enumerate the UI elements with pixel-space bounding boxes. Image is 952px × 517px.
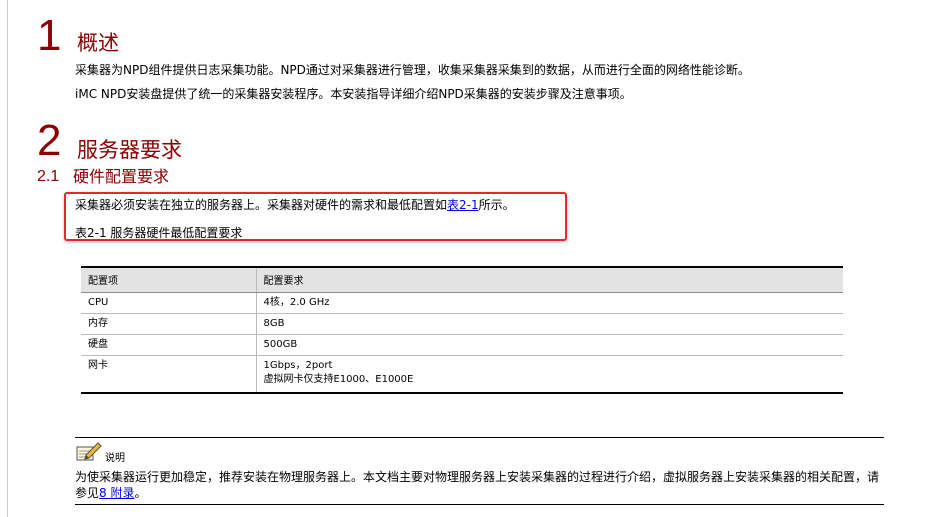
appendix-link[interactable]: 8 附录 (99, 486, 134, 500)
table-cell-item: 硬盘 (81, 334, 257, 356)
note-label: 说明 (105, 453, 125, 464)
table-cell-item: 内存 (81, 313, 257, 335)
section-1-paragraph-1: 采集器为NPD组件提供日志采集功能。NPD通过对采集器进行管理，收集采集器采集到… (75, 63, 750, 77)
note-text-before: 为使采集器运行更加稳定，推荐安装在物理服务器上。本文档主要对物理服务器上安装采集… (75, 470, 880, 500)
note-text-after: 。 (134, 486, 147, 500)
requirement-line-1: 1Gbps，2port (263, 359, 333, 371)
table-cell-requirement: 1Gbps，2port 虚拟网卡仅支持E1000、E1000E (256, 355, 843, 394)
table-row: CPU 4核，2.0 GHz (81, 292, 843, 314)
section-1-number: 1 (37, 11, 62, 60)
table-cell-item: 网卡 (81, 355, 257, 394)
table-2-1-link[interactable]: 表2-1 (447, 198, 479, 212)
note-bottom-rule (75, 504, 884, 505)
section-2-1-number: 2.1 (37, 168, 60, 185)
table-header-row: 配置项 配置要求 (81, 266, 843, 293)
section-1-paragraph-2: iMC NPD安装盘提供了统一的采集器安装程序。本安装指导详细介绍NPD采集器的… (75, 87, 632, 101)
table-row: 硬盘 500GB (81, 334, 843, 356)
table-row: 网卡 1Gbps，2port 虚拟网卡仅支持E1000、E1000E (81, 355, 843, 394)
column-header-item: 配置项 (81, 266, 257, 293)
table-cell-item: CPU (81, 292, 257, 314)
table-caption: 表2-1 服务器硬件最低配置要求 (75, 226, 243, 240)
column-header-requirement: 配置要求 (256, 266, 843, 293)
note-pencil-icon (76, 442, 102, 466)
paragraph-text-before: 采集器必须安装在独立的服务器上。采集器对硬件的需求和最低配置如 (75, 198, 448, 212)
table-cell-requirement: 8GB (256, 313, 843, 335)
table-cell-requirement: 500GB (256, 334, 843, 356)
note-top-rule (75, 437, 884, 438)
table-row: 内存 8GB (81, 313, 843, 335)
section-2-1-title: 硬件配置要求 (73, 167, 170, 186)
section-2-title: 服务器要求 (77, 138, 182, 162)
requirement-line-2: 虚拟网卡仅支持E1000、E1000E (263, 373, 414, 385)
paragraph-text-after: 所示。 (478, 198, 515, 212)
hardware-requirement-paragraph: 采集器必须安装在独立的服务器上。采集器对硬件的需求和最低配置如表2-1所示。 (75, 197, 515, 213)
section-2-number: 2 (37, 116, 62, 165)
table-cell-requirement: 4核，2.0 GHz (256, 292, 843, 314)
section-1-title: 概述 (77, 31, 119, 55)
hardware-requirements-table: 配置项 配置要求 CPU 4核，2.0 GHz 内存 8GB 硬盘 500GB … (81, 266, 843, 394)
note-body: 为使采集器运行更加稳定，推荐安装在物理服务器上。本文档主要对物理服务器上安装采集… (75, 469, 885, 501)
left-margin-rule (7, 0, 8, 517)
